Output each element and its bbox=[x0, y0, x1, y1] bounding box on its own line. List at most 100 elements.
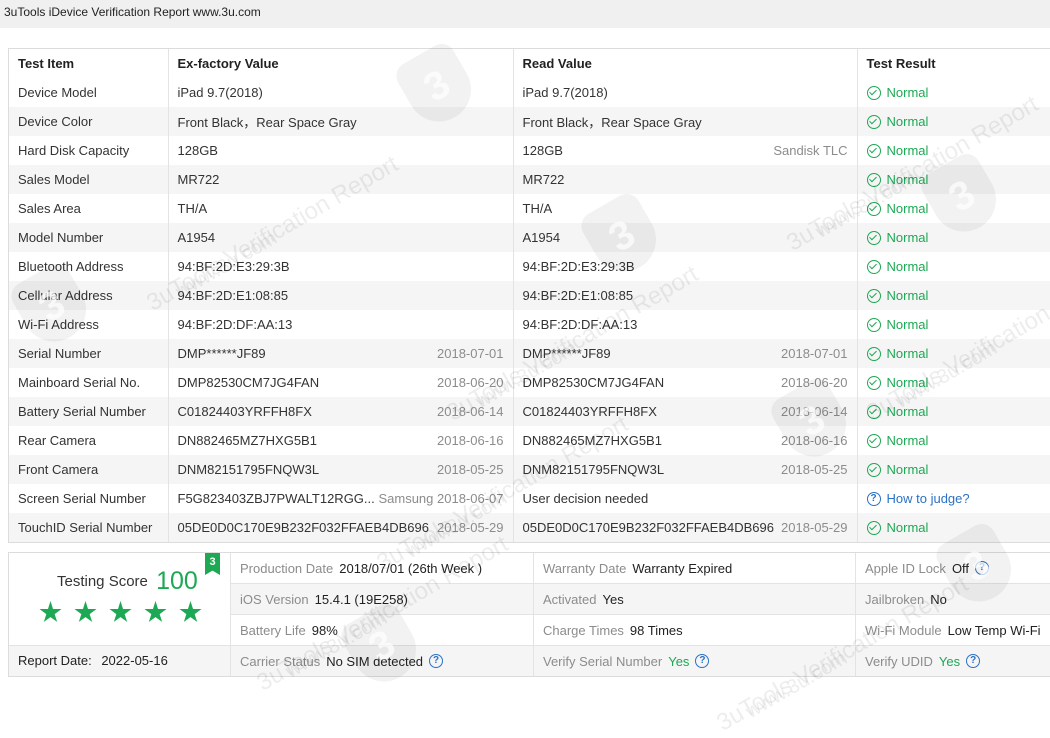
window-title: 3uTools iDevice Verification Report www.… bbox=[0, 0, 1050, 28]
result-text: Normal bbox=[886, 201, 929, 216]
table-row: Battery Serial Number C01824403YRFFH8FX 20… bbox=[9, 397, 1050, 426]
value-wrap: 94:BF:2D:E3:29:3B bbox=[178, 259, 504, 274]
header-read-value: Read Value bbox=[513, 49, 858, 78]
value-wrap: MR722 bbox=[523, 172, 848, 187]
ex-factory-value-cell: 94:BF:2D:E3:29:3B bbox=[168, 252, 514, 281]
check-circle-icon bbox=[866, 375, 881, 390]
help-icon[interactable]: ? bbox=[695, 654, 710, 668]
help-icon[interactable]: ? bbox=[966, 654, 981, 668]
value-wrap: iPad 9.7(2018) bbox=[523, 85, 848, 100]
read-value-cell: 05DE0D0C170E9B232F032FFAEB4DB696 2018-05-… bbox=[513, 513, 858, 542]
check-circle-icon bbox=[866, 259, 881, 274]
value-text: 94:BF:2D:E3:29:3B bbox=[522, 259, 635, 274]
table-row: Sales Model MR722 MR722 Normal bbox=[9, 165, 1050, 194]
info-value: Yes bbox=[938, 653, 961, 669]
table-header-row: Test Item Ex-factory Value Read Value Te… bbox=[9, 49, 1050, 78]
value-subtext: 2018-06-16 bbox=[781, 433, 848, 448]
result-text: Normal bbox=[886, 114, 929, 129]
report-date-value: 2022-05-16 bbox=[101, 653, 168, 668]
ex-factory-value-cell: DMP82530CM7JG4FAN 2018-06-20 bbox=[168, 368, 514, 397]
value-subtext: 2018-07-01 bbox=[781, 346, 848, 361]
star-icon bbox=[74, 601, 97, 622]
score-box: Testing Score 100 3 Report Date: 2022-05… bbox=[9, 553, 231, 676]
value-wrap: DNM82151795FNQW3L 2018-05-25 bbox=[178, 462, 504, 477]
test-result-cell: Normal bbox=[857, 252, 1050, 281]
test-item-cell: TouchID Serial Number bbox=[9, 513, 169, 542]
read-value-cell: DMP82530CM7JG4FAN 2018-06-20 bbox=[513, 368, 858, 397]
read-value-cell: Front Black，Rear Space Gray bbox=[513, 107, 858, 136]
info-cell-apple-id-lock: Apple ID Lock Off? bbox=[856, 553, 1050, 584]
result-normal: Normal bbox=[866, 433, 1042, 448]
summary-panel: Testing Score 100 3 Report Date: 2022-05… bbox=[8, 552, 1050, 677]
value-wrap: 94:BF:2D:E1:08:85 bbox=[178, 288, 504, 303]
table-row: Cellular Address 94:BF:2D:E1:08:85 94:BF:2… bbox=[9, 281, 1050, 310]
read-value-cell: DNM82151795FNQW3L 2018-05-25 bbox=[513, 455, 858, 484]
check-circle-icon bbox=[866, 317, 881, 332]
value-text: A1954 bbox=[522, 230, 561, 245]
value-text: 94:BF:2D:E1:08:85 bbox=[177, 288, 289, 303]
info-label: Charge Times bbox=[543, 622, 624, 638]
how-to-judge-link[interactable]: ? How to judge? bbox=[866, 491, 1042, 506]
value-wrap: A1954 bbox=[178, 230, 504, 245]
table-row: Serial Number DMP******JF89 2018-07-01 DMP*… bbox=[9, 339, 1050, 368]
read-value-cell: A1954 bbox=[513, 223, 858, 252]
check-circle-icon bbox=[866, 114, 881, 129]
value-wrap: A1954 bbox=[523, 230, 848, 245]
value-text: DMP******JF89 bbox=[522, 346, 611, 361]
value-subtext: 2018-06-20 bbox=[781, 375, 848, 390]
ex-factory-value-cell: 94:BF:2D:DF:AA:13 bbox=[168, 310, 514, 339]
test-result-cell: Normal bbox=[857, 455, 1050, 484]
ex-factory-value-cell: TH/A bbox=[168, 194, 514, 223]
verification-table: Test Item Ex-factory Value Read Value Te… bbox=[9, 49, 1050, 542]
report-date-label: Report Date: bbox=[18, 653, 92, 668]
value-wrap: DMP******JF89 2018-07-01 bbox=[178, 346, 504, 361]
test-result-cell: Normal bbox=[857, 397, 1050, 426]
value-wrap: DN882465MZ7HXG5B1 2018-06-16 bbox=[178, 433, 504, 448]
help-icon[interactable]: ? bbox=[429, 654, 444, 668]
info-label: Verify Serial Number bbox=[543, 653, 663, 669]
read-value-cell: 94:BF:2D:E3:29:3B bbox=[513, 252, 858, 281]
value-subtext: 2018-05-25 bbox=[437, 462, 504, 477]
test-item-cell: Mainboard Serial No. bbox=[9, 368, 169, 397]
rating-stars bbox=[39, 601, 202, 624]
testing-score: Testing Score 100 bbox=[57, 567, 198, 596]
info-cell-verify-udid: Verify UDID Yes? bbox=[856, 646, 1050, 676]
test-item-cell: Hard Disk Capacity bbox=[9, 136, 169, 165]
value-subtext: 2018-06-14 bbox=[437, 404, 504, 419]
value-subtext: 2018-06-16 bbox=[437, 433, 504, 448]
testing-score-label: Testing Score bbox=[57, 573, 148, 590]
test-item-cell: Device Color bbox=[9, 107, 169, 136]
value-text: C01824403YRFFH8FX bbox=[177, 404, 312, 419]
test-result-cell[interactable]: ? How to judge? bbox=[857, 484, 1050, 513]
result-text: Normal bbox=[886, 259, 929, 274]
check-circle-icon bbox=[866, 201, 881, 216]
value-text: iPad 9.7(2018) bbox=[177, 85, 263, 100]
value-wrap: TH/A bbox=[178, 201, 504, 216]
info-cell-charge-times: Charge Times 98 Times bbox=[534, 615, 856, 646]
result-normal: Normal bbox=[866, 201, 1042, 216]
info-label: Activated bbox=[543, 591, 597, 607]
value-text: 05DE0D0C170E9B232F032FFAEB4DB696 bbox=[177, 520, 430, 535]
result-text: How to judge? bbox=[886, 491, 970, 506]
star-icon bbox=[144, 601, 167, 622]
value-wrap: DNM82151795FNQW3L 2018-05-25 bbox=[523, 462, 848, 477]
question-circle-icon: ? bbox=[866, 491, 881, 506]
test-result-cell: Normal bbox=[857, 165, 1050, 194]
value-wrap: C01824403YRFFH8FX 2018-06-14 bbox=[523, 404, 848, 419]
table-row: Device Model iPad 9.7(2018) iPad 9.7(2018)… bbox=[9, 78, 1050, 107]
ex-factory-value-cell: 128GB bbox=[168, 136, 514, 165]
ex-factory-value-cell: iPad 9.7(2018) bbox=[168, 78, 514, 107]
read-value-cell: 94:BF:2D:E1:08:85 bbox=[513, 281, 858, 310]
value-wrap: 128GB bbox=[178, 143, 504, 158]
test-item-cell: Front Camera bbox=[9, 455, 169, 484]
value-text: TH/A bbox=[177, 201, 208, 216]
table-row: TouchID Serial Number 05DE0D0C170E9B232F0… bbox=[9, 513, 1050, 542]
test-result-cell: Normal bbox=[857, 368, 1050, 397]
result-text: Normal bbox=[886, 85, 929, 100]
result-text: Normal bbox=[886, 288, 929, 303]
info-cell-verify-serial-number: Verify Serial Number Yes? bbox=[534, 646, 856, 676]
value-subtext: Samsung 2018-06-07 bbox=[378, 491, 504, 506]
value-wrap: F5G823403ZBJ7PWALT12RGG... Samsung 2018-0… bbox=[178, 491, 504, 506]
test-item-cell: Battery Serial Number bbox=[9, 397, 169, 426]
help-icon[interactable]: ? bbox=[975, 561, 990, 575]
